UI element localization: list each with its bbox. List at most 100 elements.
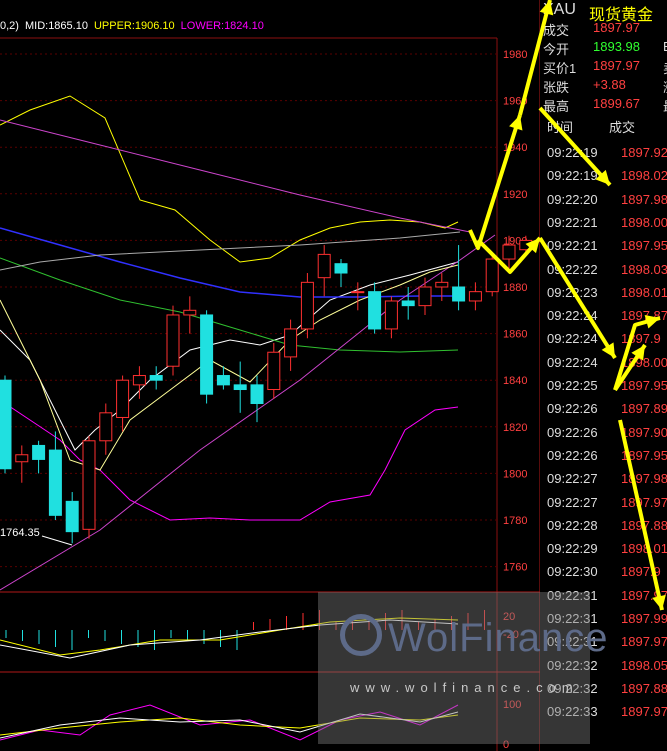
price-tick-label: 1940	[503, 142, 527, 154]
price-tick-label: 1960	[503, 96, 527, 108]
candle-body	[401, 300, 415, 307]
ticks-header-time: 时间	[547, 120, 574, 135]
quote-extra: 涨	[663, 77, 667, 96]
tick-price: 1898.00	[621, 214, 667, 230]
tick-price: 1897.92	[621, 145, 667, 160]
indicator-mid: MID:1865.10	[24, 20, 88, 32]
quote-extra: 卖	[663, 58, 667, 77]
candle-body	[267, 351, 281, 391]
candle-body	[233, 384, 247, 391]
tick-price: 1897.95	[621, 378, 667, 393]
tick-price: 1897.97	[621, 494, 667, 510]
quote-extra: 最	[663, 96, 667, 115]
quote-row: 今开 1893.98 B	[543, 39, 667, 59]
tick-time: 09:22:23	[547, 284, 598, 300]
price-tick-label: 1840	[503, 375, 527, 387]
price-tick-label: 1980	[503, 49, 527, 61]
ticks-header-price: 成交	[609, 120, 636, 135]
trendline-down	[0, 119, 471, 233]
tick-time: 09:22:27	[547, 494, 598, 510]
tick-price: 1897.95	[621, 447, 667, 463]
quote-row: 张跌 +3.88 涨	[543, 77, 667, 97]
price-tick-label: 1760	[503, 562, 527, 574]
tick-price: 1898.05	[621, 657, 667, 673]
candle-body	[502, 244, 516, 260]
quote-label: 今开	[543, 42, 570, 57]
quote-label: 成交	[543, 23, 570, 38]
quote-row: 买价1 1897.97 卖	[543, 58, 667, 78]
candle-body	[284, 328, 298, 358]
candle-body	[368, 291, 382, 330]
tick-time: 09:22:29	[547, 541, 598, 557]
candle-body	[519, 239, 533, 251]
tick-price: 1897.97	[621, 704, 667, 720]
tick-time: 09:22:20	[547, 191, 598, 207]
tick-time: 09:22:27	[547, 471, 598, 487]
ma-gray	[0, 231, 461, 271]
tick-time: 09:22:19	[547, 168, 598, 184]
ma-yellow-thin	[0, 264, 459, 471]
tick-time: 09:22:30	[547, 564, 598, 580]
watermark-logo: WolFinance	[388, 616, 609, 660]
indicator-prefix: 0,2)	[0, 20, 19, 32]
tick-price: 1897.88	[621, 680, 667, 696]
tick-price: 1897.95	[621, 238, 667, 254]
candle-body	[132, 375, 146, 386]
indicator-upper: UPPER:1906.10	[93, 20, 175, 32]
candle-body	[317, 253, 331, 279]
candle-body	[32, 444, 46, 460]
candle-body	[384, 300, 398, 330]
candle-body	[200, 314, 214, 395]
tick-time: 09:22:24	[547, 308, 598, 324]
watermark-url: www.wolfinance.com	[350, 680, 579, 695]
tick-time: 09:22:22	[547, 261, 598, 277]
candle-body	[48, 449, 62, 516]
price-tick-label: 1800	[503, 468, 527, 480]
candle-body	[149, 375, 163, 381]
quote-value: 1897.97	[593, 20, 640, 35]
candle-body	[351, 291, 365, 294]
tick-price: 1897.90	[621, 424, 667, 440]
candle-body	[65, 500, 79, 533]
candle-body	[15, 454, 29, 463]
quote-row: 成交 1897.97	[543, 20, 667, 40]
candle-body	[468, 291, 482, 302]
quote-value: +3.88	[593, 77, 626, 92]
tick-time: 09:22:26	[547, 401, 598, 417]
quote-value: 1897.97	[593, 58, 640, 73]
tick-price: 1897.88	[621, 517, 667, 533]
candle-body	[82, 440, 96, 530]
candle-body	[452, 286, 466, 302]
low-price-label: 1764.35	[0, 527, 40, 539]
candle-body	[116, 379, 130, 418]
candle-body	[334, 263, 348, 274]
quote-label: 最高	[543, 99, 570, 114]
quote-value: 1899.67	[593, 96, 640, 111]
tick-price: 1897.87	[621, 308, 667, 324]
tick-price: 1897.89	[621, 401, 667, 417]
quote-label: 买价1	[543, 61, 577, 76]
upper-band	[0, 95, 459, 263]
price-tick-label: 1820	[503, 422, 527, 434]
tick-time: 09:22:26	[547, 447, 598, 463]
watermark: WolFinance www.wolfinance.com	[318, 592, 607, 744]
candle-body	[183, 309, 197, 316]
candle-body	[300, 281, 314, 330]
quote-label: 张跌	[543, 80, 570, 95]
tick-time: 09:22:26	[547, 424, 598, 440]
tick-price: 1897.98	[621, 191, 667, 207]
tick-time: 09:22:24	[547, 331, 598, 347]
tick-time: 09:22:25	[547, 378, 598, 393]
quote-value: 1893.98	[593, 39, 640, 54]
candle-body	[435, 281, 449, 288]
quote-row: 最高 1899.67 最	[543, 96, 667, 116]
candle-body	[216, 375, 230, 386]
tick-price: 1897.97	[621, 634, 667, 650]
candle-body	[418, 286, 432, 307]
tick-time: 09:22:21	[547, 214, 598, 230]
low-price-pointer	[41, 535, 73, 546]
price-tick-label: 1880	[503, 282, 527, 294]
tick-time: 09:22:21	[547, 238, 598, 254]
symbol-code: XAU	[543, 1, 576, 18]
tick-time: 09:22:19	[547, 145, 598, 160]
